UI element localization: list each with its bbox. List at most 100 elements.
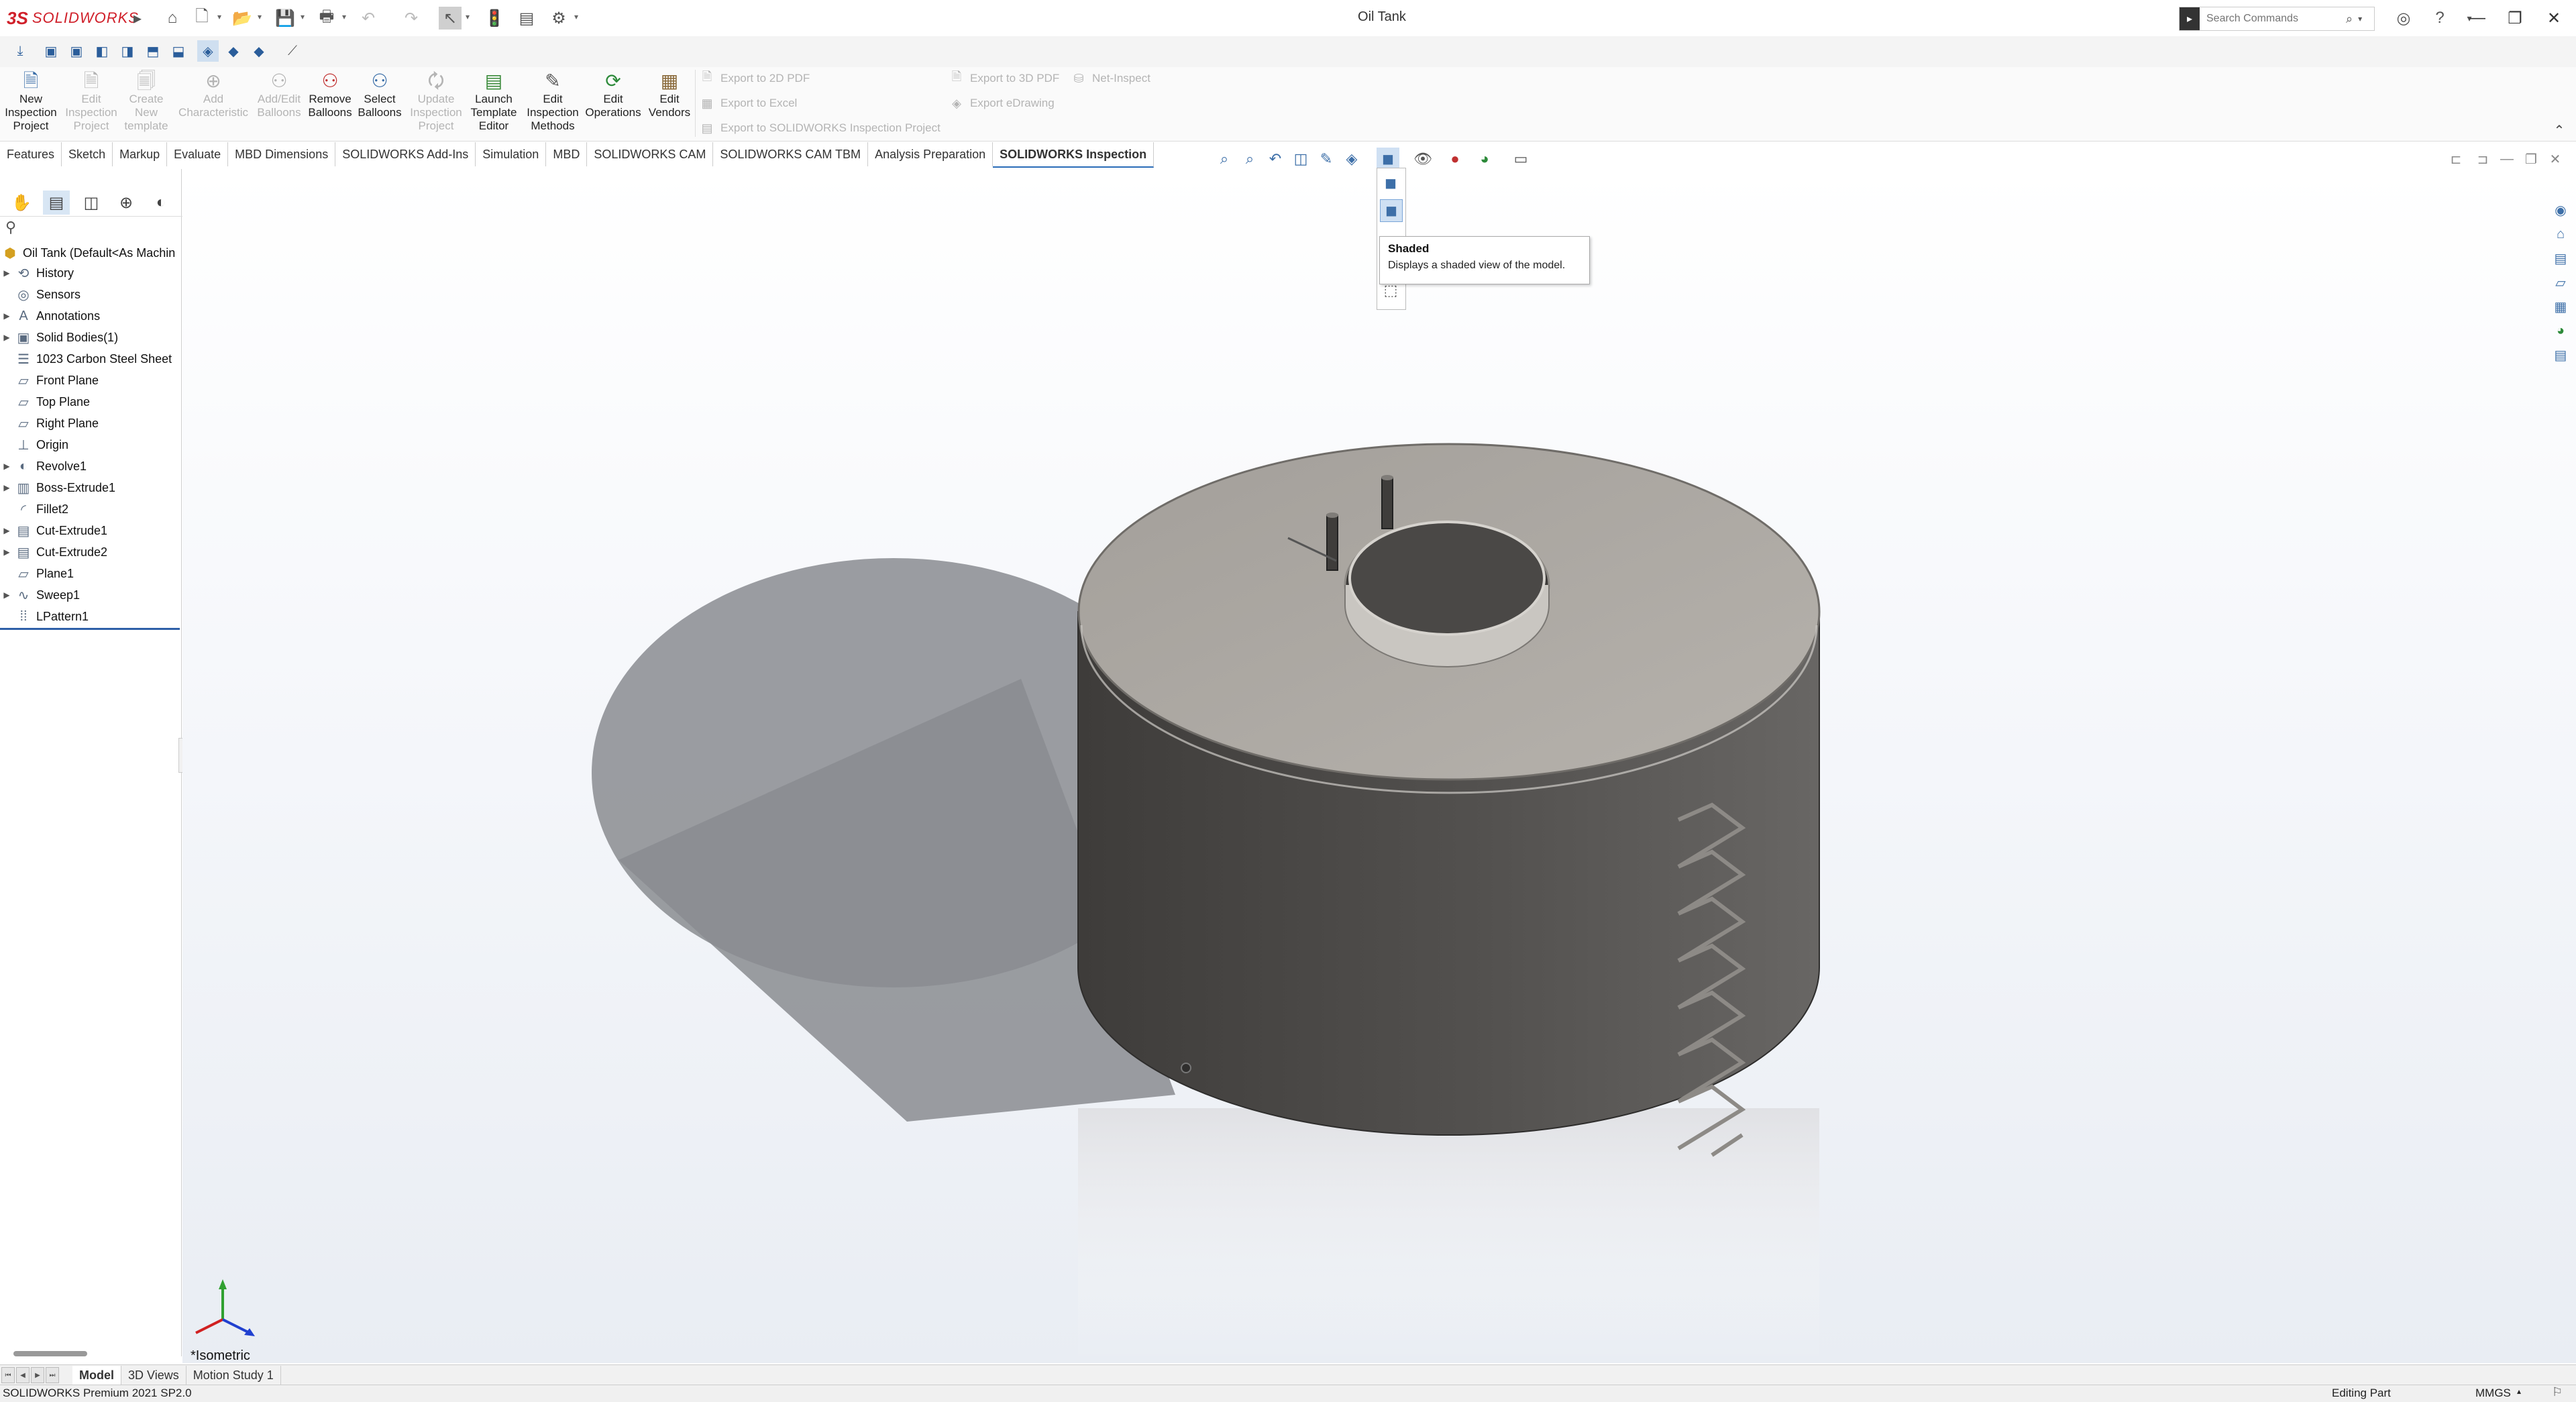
print-dropdown-caret[interactable]: ▾ — [342, 12, 350, 21]
pipe-fitting-1[interactable] — [1326, 515, 1338, 571]
search-icon[interactable]: ⌕ — [2346, 12, 2353, 26]
edit-vendors-button[interactable]: ▦ Edit Vendors — [643, 70, 696, 140]
unit-system-label[interactable]: MMGS — [2475, 1387, 2511, 1400]
update-inspection-project-button[interactable]: 🗘 Update Inspection Project — [409, 70, 463, 140]
apply-scene-icon[interactable]: ◕ — [1473, 148, 1496, 170]
configuration-manager-tab-icon[interactable]: ◫ — [78, 191, 105, 215]
tree-item[interactable]: ▶ ◐ Revolve1 — [0, 456, 180, 476]
isometric-view-icon[interactable]: ◈ — [197, 40, 219, 62]
edit-inspection-project-button[interactable]: 🗎 Edit Inspection Project — [64, 70, 118, 140]
normal-to-icon[interactable]: ⟋ — [282, 40, 303, 62]
tree-item[interactable]: ⁞⁞ LPattern1 — [0, 606, 180, 627]
last-tab-arrow-icon[interactable]: ⏭ — [46, 1367, 59, 1383]
select-pointer-icon[interactable]: ↖ — [439, 7, 462, 30]
edit-appearance-icon[interactable]: ● — [1444, 148, 1466, 170]
expand-arrow-icon[interactable]: ▶ — [0, 311, 13, 321]
view-orientation-icon[interactable]: ⤓ — [9, 40, 31, 62]
tab-solidworks-cam-tbm[interactable]: SOLIDWORKS CAM TBM — [713, 142, 869, 166]
tree-item[interactable]: ◜ Fillet2 — [0, 499, 180, 519]
edit-operations-button[interactable]: ⟳ Edit Operations — [585, 70, 641, 140]
pane-expand-icon[interactable]: ⊐ — [2473, 149, 2493, 169]
view-palette-icon[interactable]: ▱ — [2549, 271, 2572, 294]
new-dropdown-caret[interactable]: ▾ — [217, 12, 225, 21]
remove-balloons-button[interactable]: ⚇ Remove Balloons — [303, 70, 357, 140]
hide-show-items-icon[interactable]: 👁 — [1411, 148, 1434, 170]
custom-properties-icon[interactable]: ▤ — [2549, 343, 2572, 366]
view-settings-icon[interactable]: ▭ — [1509, 148, 1532, 170]
expand-arrow-icon[interactable]: ▶ — [0, 590, 13, 600]
units-dropdown-caret[interactable]: ▴ — [2517, 1387, 2521, 1396]
save-icon[interactable]: 💾 — [274, 7, 297, 30]
shaded-icon[interactable]: ◼ — [1380, 199, 1403, 222]
add-edit-balloons-button[interactable]: ⚇ Add/Edit Balloons — [252, 70, 306, 140]
feature-tree-scrollbar[interactable] — [13, 1351, 87, 1356]
pane-split-icon[interactable]: ⊏ — [2446, 149, 2466, 169]
dynamic-annotation-icon[interactable]: ✎ — [1315, 148, 1338, 170]
solidworks-logo[interactable]: 3S SOLIDWORKS — [7, 8, 139, 28]
shaded-with-edges-icon[interactable]: ◼ — [1380, 172, 1401, 194]
solidworks-resources-icon[interactable]: ◉ — [2549, 199, 2572, 221]
display-style-icon[interactable]: ◼ — [1377, 148, 1399, 170]
collapse-ribbon-icon[interactable]: ⌃ — [2549, 122, 2569, 140]
tree-item[interactable]: ▱ Top Plane — [0, 392, 180, 412]
export-inspection-project-button[interactable]: ▤ Export to SOLIDWORKS Inspection Projec… — [699, 117, 940, 140]
expand-arrow-icon[interactable]: ▶ — [0, 526, 13, 535]
tree-item[interactable]: ▶ ▤ Cut-Extrude1 — [0, 521, 180, 541]
tree-item[interactable]: ▶ ▤ Cut-Extrude2 — [0, 542, 180, 562]
doc-close-button[interactable]: ✕ — [2545, 149, 2565, 169]
rollback-bar[interactable] — [0, 628, 180, 630]
view-orientation-heads-up-icon[interactable]: ◈ — [1340, 148, 1363, 170]
back-view-icon[interactable]: ▣ — [66, 40, 87, 62]
search-input[interactable] — [2200, 12, 2342, 25]
expand-arrow-icon[interactable]: ▶ — [0, 268, 13, 278]
rebuild-icon[interactable]: 🚦 — [483, 7, 506, 30]
tab-solidworks-inspection[interactable]: SOLIDWORKS Inspection — [993, 142, 1155, 168]
left-view-icon[interactable]: ◧ — [91, 40, 113, 62]
tab-analysis-preparation[interactable]: Analysis Preparation — [868, 142, 994, 166]
expand-arrow-icon[interactable]: ▶ — [0, 333, 13, 342]
tab-3d-views[interactable]: 3D Views — [121, 1366, 186, 1385]
net-inspect-button[interactable]: ⛁ Net-Inspect — [1071, 67, 1150, 90]
quick-tips-icon[interactable]: ⚐ — [2552, 1385, 2563, 1399]
edit-inspection-methods-button[interactable]: ✎ Edit Inspection Methods — [526, 70, 580, 140]
tab-sketch[interactable]: Sketch — [62, 142, 113, 166]
redo-icon[interactable]: ↷ — [400, 7, 423, 30]
expand-arrow-icon[interactable]: ▶ — [0, 547, 13, 557]
select-balloons-button[interactable]: ⚇ Select Balloons — [353, 70, 407, 140]
search-commands-box[interactable]: ▸ ⌕ ▾ — [2179, 7, 2375, 31]
zoom-to-fit-icon[interactable]: ⌕ — [1213, 148, 1236, 170]
options-dropdown-caret[interactable]: ▾ — [574, 12, 582, 21]
new-inspection-project-button[interactable]: 🗎 New Inspection Project — [4, 70, 58, 140]
tree-item[interactable]: ▶ ∿ Sweep1 — [0, 585, 180, 605]
tree-item[interactable]: ▱ Plane1 — [0, 563, 180, 584]
tree-item[interactable]: ☰ 1023 Carbon Steel Sheet — [0, 349, 180, 369]
tree-item[interactable]: ▱ Front Plane — [0, 370, 180, 390]
export-3d-pdf-button[interactable]: 🗎 Export to 3D PDF — [949, 67, 1059, 90]
print-icon[interactable]: 🖶 — [315, 7, 338, 30]
appearances-icon[interactable]: ▦ — [2549, 295, 2572, 318]
tab-simulation[interactable]: Simulation — [476, 142, 547, 166]
tab-markup[interactable]: Markup — [113, 142, 168, 166]
top-view-icon[interactable]: ⬒ — [142, 40, 164, 62]
tree-item[interactable]: ▶ ▣ Solid Bodies(1) — [0, 327, 180, 347]
select-dropdown-caret[interactable]: ▾ — [466, 12, 474, 21]
tab-evaluate[interactable]: Evaluate — [167, 142, 229, 166]
scenes-icon[interactable]: ◕ — [2549, 319, 2572, 342]
options-icon[interactable]: ⚙ — [547, 7, 570, 30]
expand-menu-icon[interactable]: ▸ — [126, 7, 149, 30]
display-manager-tab-icon[interactable]: ◐ — [148, 191, 174, 215]
launch-template-editor-button[interactable]: ▤ Launch Template Editor — [467, 70, 521, 140]
tab-model[interactable]: Model — [72, 1366, 121, 1385]
drain-hole[interactable] — [1181, 1063, 1191, 1073]
tree-item[interactable]: ▶ ⟲ History — [0, 263, 180, 283]
home-icon[interactable]: ⌂ — [161, 7, 184, 30]
bottom-view-icon[interactable]: ⬓ — [168, 40, 189, 62]
design-library-icon[interactable]: ⌂ — [2549, 223, 2572, 246]
file-explorer-icon[interactable]: ▤ — [2549, 247, 2572, 270]
tree-item[interactable]: ◎ Sensors — [0, 284, 180, 305]
front-view-icon[interactable]: ▣ — [40, 40, 62, 62]
filter-icon[interactable]: ⚲ — [5, 219, 16, 236]
tab-solidworks-cam[interactable]: SOLIDWORKS CAM — [587, 142, 714, 166]
tree-item[interactable]: ⊥ Origin — [0, 435, 180, 455]
graphics-area[interactable] — [182, 169, 2576, 1363]
